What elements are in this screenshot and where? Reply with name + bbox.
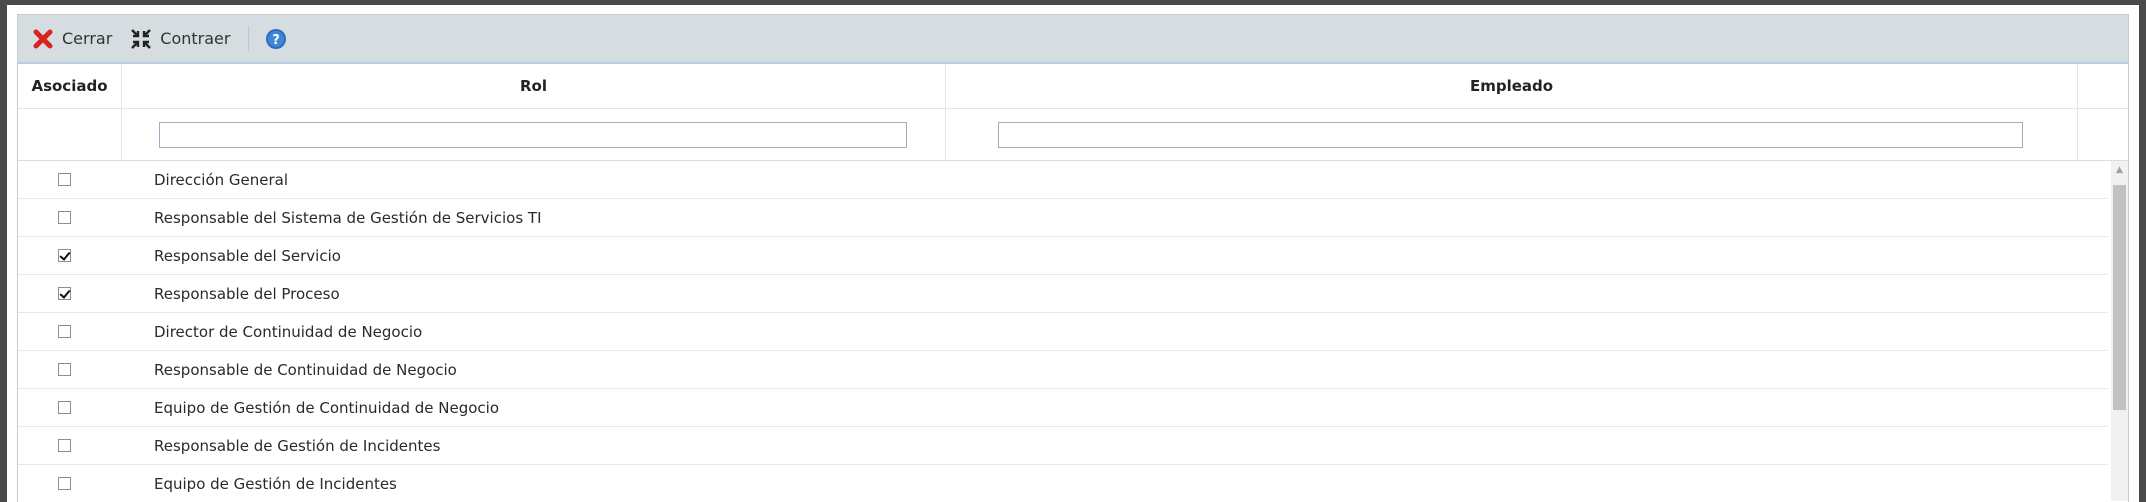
asociado-checkbox[interactable] [58,477,71,490]
table-row[interactable]: Dirección General [18,161,2108,199]
toolbar: Cerrar Contraer ? [18,15,2128,64]
rol-cell: Responsable del Sistema de Gestión de Se… [154,208,542,227]
asociado-checkbox[interactable] [58,401,71,414]
filter-cell-empleado [946,109,2078,160]
asociado-checkbox[interactable] [58,249,71,262]
rol-cell: Responsable del Servicio [154,246,341,265]
scroll-up-arrow-icon[interactable]: ▲ [2111,161,2128,178]
rol-cell: Director de Continuidad de Negocio [154,322,423,341]
rol-cell: Responsable del Proceso [154,284,340,303]
close-label: Cerrar [62,29,113,48]
vertical-scrollbar[interactable]: ▲ [2111,161,2128,501]
column-header-empleado[interactable]: Empleado [946,64,2078,108]
column-header-rol[interactable]: Rol [122,64,946,108]
grid-body: Dirección General Responsable del Sistema… [18,161,2128,502]
rol-filter-input[interactable] [159,121,907,148]
filter-cell-asociado [18,109,122,160]
column-header-asociado[interactable]: Asociado [18,64,122,108]
asociado-checkbox[interactable] [58,287,71,300]
table-row[interactable]: Responsable de Gestión de Incidentes [18,427,2108,465]
asociado-cell [18,287,121,300]
table-row[interactable]: Equipo de Gestión de Continuidad de Nego… [18,389,2108,427]
asociado-checkbox[interactable] [58,363,71,376]
table-row[interactable]: Equipo de Gestión de Incidentes [18,465,2108,502]
rol-cell: Dirección General [154,170,289,189]
close-icon [32,28,54,50]
collapse-label: Contraer [160,29,231,48]
toolbar-divider [248,25,250,52]
asociado-checkbox[interactable] [58,211,71,224]
asociado-cell [18,363,121,376]
table-row[interactable]: Responsable de Continuidad de Negocio [18,351,2108,389]
help-icon: ? [265,28,287,50]
roles-panel: Cerrar Contraer ? Asociado Rol Empleado … [17,14,2129,502]
rol-cell: Responsable de Gestión de Incidentes [154,436,441,455]
close-button[interactable]: Cerrar [32,28,112,50]
empleado-filter-input[interactable] [998,121,2023,148]
asociado-cell [18,211,121,224]
asociado-cell [18,249,121,262]
rol-cell: Responsable de Continuidad de Negocio [154,360,457,379]
filter-row [18,109,2128,161]
asociado-checkbox[interactable] [58,173,71,186]
collapse-button[interactable]: Contraer [130,28,230,50]
table-row[interactable]: Responsable del Proceso [18,275,2108,313]
filter-cell-rol [122,109,946,160]
scroll-thumb[interactable] [2113,185,2126,410]
asociado-checkbox[interactable] [58,439,71,452]
asociado-cell [18,439,121,452]
asociado-checkbox[interactable] [58,325,71,338]
table-row[interactable]: Responsable del Sistema de Gestión de Se… [18,199,2108,237]
rol-cell: Equipo de Gestión de Continuidad de Nego… [154,398,499,417]
asociado-cell [18,325,121,338]
asociado-cell [18,401,121,414]
rows-container: Dirección General Responsable del Sistema… [18,161,2108,502]
table-row[interactable]: Responsable del Servicio [18,237,2108,275]
asociado-cell [18,173,121,186]
collapse-icon [130,28,152,50]
asociado-cell [18,477,121,490]
window-frame: Cerrar Contraer ? Asociado Rol Empleado … [0,0,2146,502]
grid-header: Asociado Rol Empleado [18,64,2128,109]
table-row[interactable]: Director de Continuidad de Negocio [18,313,2108,351]
rol-cell: Equipo de Gestión de Incidentes [154,474,397,493]
svg-text:?: ? [273,33,281,48]
help-button[interactable]: ? [265,28,295,50]
